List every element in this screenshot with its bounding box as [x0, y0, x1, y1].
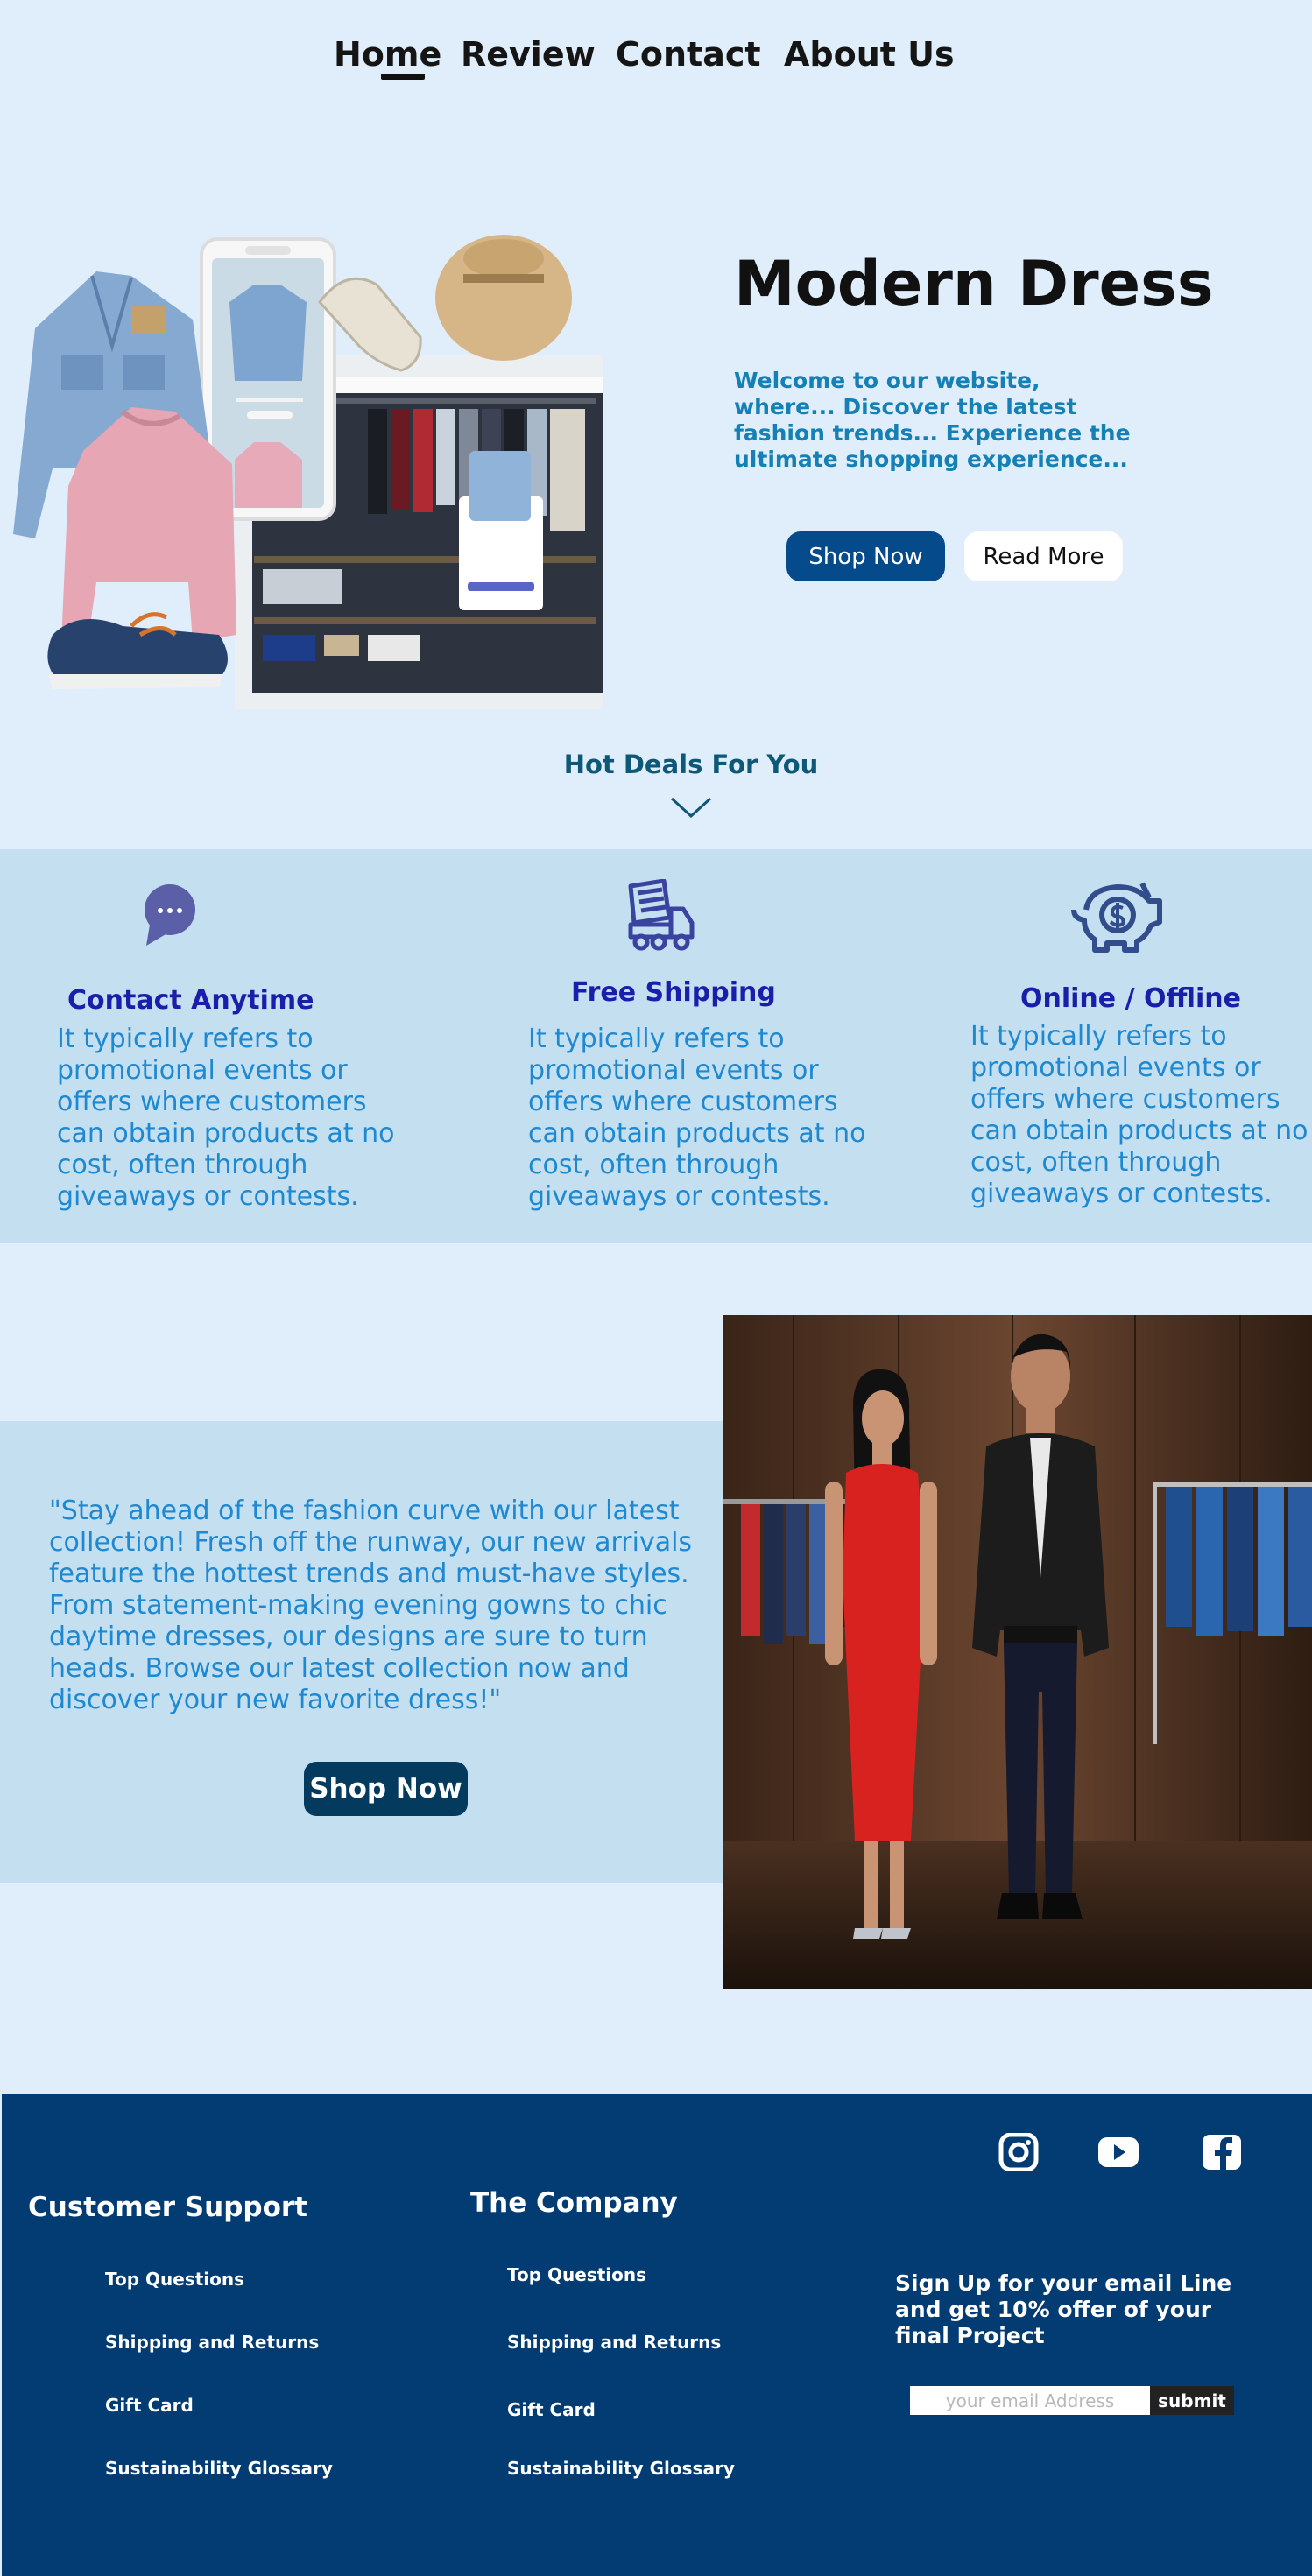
hot-deals-heading: Hot Deals For You: [563, 750, 819, 779]
nav-active-indicator: [381, 74, 425, 80]
hero-description: Welcome to our website, where... Discove…: [734, 368, 1131, 472]
signup-text: Sign Up for your email Line and get 10% …: [895, 2270, 1232, 2348]
feature-text-contact: It typically refers to promotional event…: [57, 1024, 395, 1212]
email-input[interactable]: [910, 2386, 1150, 2415]
nav-home[interactable]: Home: [334, 35, 441, 74]
support-link-shipping-returns[interactable]: Shipping and Returns: [105, 2332, 319, 2353]
facebook-icon[interactable]: [1200, 2133, 1244, 2171]
youtube-icon[interactable]: [1097, 2133, 1140, 2171]
chevron-down-icon[interactable]: [670, 795, 712, 820]
read-more-button[interactable]: Read More: [964, 531, 1123, 581]
promo-shop-now-button[interactable]: Shop Now: [304, 1762, 468, 1816]
company-link-gift-card[interactable]: Gift Card: [507, 2399, 596, 2420]
feature-title-shipping: Free Shipping: [571, 977, 776, 1008]
support-link-gift-card[interactable]: Gift Card: [105, 2395, 194, 2416]
piggy-bank-icon: [1069, 880, 1165, 954]
nav-about-us[interactable]: About Us: [784, 35, 955, 74]
support-link-sustainability-glossary[interactable]: Sustainability Glossary: [105, 2458, 333, 2479]
company-link-shipping-returns[interactable]: Shipping and Returns: [507, 2332, 721, 2353]
support-link-top-questions[interactable]: Top Questions: [105, 2269, 244, 2290]
delivery-truck-icon: [625, 878, 695, 953]
hero-title: Modern Dress: [734, 248, 1214, 320]
hero-illustration: [0, 223, 604, 727]
chat-bubble-icon: [143, 883, 197, 949]
company-link-top-questions[interactable]: Top Questions: [507, 2264, 646, 2285]
nav-review[interactable]: Review: [461, 35, 596, 74]
feature-title-online-offline: Online / Offline: [1020, 983, 1241, 1014]
feature-text-online-offline: It typically refers to promotional event…: [970, 1021, 1308, 1209]
nav-contact[interactable]: Contact: [616, 35, 761, 74]
customer-support-heading: Customer Support: [28, 2192, 307, 2223]
submit-button[interactable]: submit: [1150, 2386, 1234, 2415]
shop-now-button[interactable]: Shop Now: [786, 531, 945, 581]
company-link-sustainability-glossary[interactable]: Sustainability Glossary: [507, 2458, 735, 2479]
models-photo: [723, 1315, 1312, 1989]
feature-title-contact: Contact Anytime: [67, 985, 314, 1016]
promo-text: "Stay ahead of the fashion curve with ou…: [49, 1496, 693, 1715]
company-heading: The Company: [470, 2187, 678, 2219]
feature-text-shipping: It typically refers to promotional event…: [528, 1024, 866, 1212]
instagram-icon[interactable]: [997, 2132, 1040, 2172]
